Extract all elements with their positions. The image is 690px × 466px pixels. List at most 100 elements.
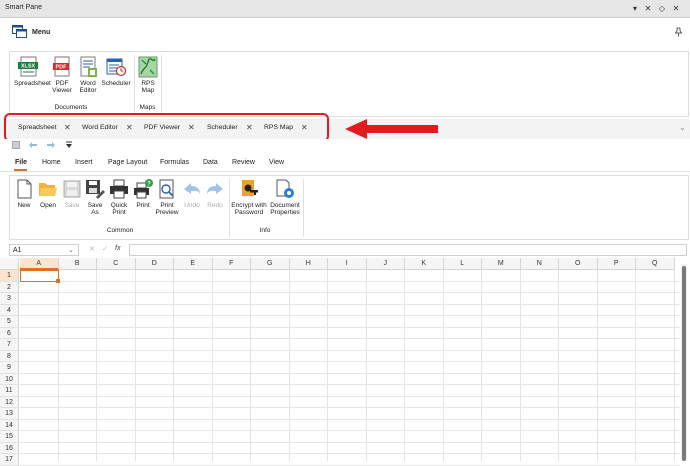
encrypt-with-password-button[interactable]: Encrypt with Password (231, 179, 267, 216)
save-as-icon (85, 179, 105, 199)
column-header[interactable]: G (251, 258, 290, 270)
gridline (20, 384, 680, 385)
print-button[interactable]: ? Print (132, 179, 154, 209)
file-ribbon: New Open Save Save As Quick Print ? Prin… (9, 175, 689, 240)
function-icon[interactable]: fx (115, 245, 120, 252)
enter-icon[interactable]: ✓ (102, 245, 108, 253)
scrollbar-thumb[interactable] (682, 266, 686, 461)
row-header[interactable]: 6 (0, 327, 19, 339)
spreadsheet-button[interactable]: XLSX Spreadsheet (14, 56, 51, 87)
column-header[interactable]: M (482, 258, 521, 270)
tabs-overflow-icon[interactable]: ⌄ (679, 123, 686, 132)
svg-text:PDF: PDF (56, 65, 68, 71)
quick-print-icon (109, 179, 129, 199)
row-header[interactable]: 8 (0, 350, 19, 362)
menu-icon[interactable] (12, 25, 27, 38)
column-header[interactable]: A (20, 258, 59, 270)
tab-insert[interactable]: Insert (75, 159, 93, 166)
fill-handle[interactable] (56, 279, 60, 283)
tab-data[interactable]: Data (203, 159, 218, 166)
row-header[interactable]: 10 (0, 373, 19, 385)
redo-button[interactable]: Redo (204, 179, 226, 209)
close-pane-icon[interactable]: ✕ (642, 3, 654, 15)
tab-review[interactable]: Review (232, 159, 255, 166)
scheduler-calendar-icon (106, 56, 127, 78)
row-header[interactable]: 14 (0, 419, 19, 431)
document-properties-button[interactable]: Document Properties (268, 179, 302, 216)
dropdown-icon[interactable]: ▾ (629, 3, 641, 15)
qat-redo-icon[interactable] (46, 140, 56, 149)
tab-page-layout[interactable]: Page Layout (108, 159, 147, 166)
quick-access-toolbar (0, 139, 690, 153)
column-header[interactable]: E (174, 258, 213, 270)
row-header[interactable]: 5 (0, 316, 19, 328)
select-all-corner[interactable] (0, 258, 19, 270)
menu-label[interactable]: Menu (32, 29, 50, 36)
pdf-viewer-button[interactable]: PDF PDF Viewer (52, 56, 72, 94)
row-header[interactable]: 13 (0, 408, 19, 420)
selected-cell[interactable] (20, 270, 59, 282)
column-header[interactable]: H (289, 258, 328, 270)
gridline (20, 292, 680, 293)
row-header[interactable]: 12 (0, 396, 19, 408)
gridline (20, 464, 680, 466)
annotation-arrow (345, 119, 440, 139)
quick-print-button[interactable]: Quick Print (107, 179, 131, 216)
row-header[interactable]: 16 (0, 442, 19, 454)
qat-save-icon[interactable] (12, 141, 20, 149)
redo-label: Redo (207, 202, 223, 209)
cancel-icon[interactable]: ✕ (89, 245, 95, 253)
column-header[interactable]: D (135, 258, 174, 270)
word-editor-button[interactable]: Word Editor (78, 56, 98, 94)
column-header[interactable]: I (328, 258, 367, 270)
new-label: New (17, 202, 31, 209)
row-header[interactable]: 11 (0, 385, 19, 397)
column-header[interactable]: P (597, 258, 636, 270)
row-header[interactable]: 17 (0, 454, 19, 466)
qat-customize-icon[interactable] (65, 140, 73, 149)
row-header[interactable]: 1 (0, 270, 19, 282)
tab-formulas[interactable]: Formulas (160, 159, 189, 166)
column-header[interactable]: C (97, 258, 136, 270)
pin-ribbon-icon[interactable] (674, 27, 683, 37)
tab-home[interactable]: Home (42, 159, 61, 166)
spreadsheet-grid[interactable]: ABCDEFGHIJKLMNOPQ 1 2 3 4 5 6 7 8 9 10 11 12 13 14 15 1… (0, 258, 690, 466)
name-box[interactable]: A1 ⌄ (9, 244, 79, 256)
open-button[interactable]: Open (38, 179, 58, 209)
gridline (20, 441, 680, 443)
column-header[interactable]: L (443, 258, 482, 270)
chevron-down-icon[interactable]: ⌄ (68, 246, 74, 254)
column-header[interactable]: N (520, 258, 559, 270)
save-icon (62, 179, 82, 199)
row-header[interactable]: 4 (0, 304, 19, 316)
vertical-scrollbar[interactable] (681, 264, 687, 461)
rps-map-button[interactable]: RPS Map (138, 56, 158, 94)
new-document-icon (14, 179, 34, 199)
column-header[interactable]: K (405, 258, 444, 270)
new-button[interactable]: New (14, 179, 34, 209)
column-header[interactable]: F (212, 258, 251, 270)
column-header[interactable]: J (366, 258, 405, 270)
column-header[interactable]: B (58, 258, 97, 270)
formula-input[interactable] (129, 244, 687, 256)
row-header[interactable]: 7 (0, 339, 19, 351)
row-header[interactable]: 9 (0, 362, 19, 374)
scheduler-button[interactable]: Scheduler (101, 56, 131, 87)
pin-icon[interactable]: ◇ (656, 3, 668, 15)
save-as-button[interactable]: Save As (85, 179, 105, 216)
undo-button[interactable]: Undo (181, 179, 203, 209)
qat-undo-icon[interactable] (28, 140, 38, 149)
undo-label: Undo (184, 202, 200, 209)
row-header[interactable]: 15 (0, 431, 19, 443)
column-header[interactable]: O (559, 258, 598, 270)
tab-file[interactable]: File (15, 159, 27, 166)
close-window-icon[interactable]: ✕ (670, 3, 682, 15)
column-header[interactable]: Q (636, 258, 675, 270)
print-preview-button[interactable]: Print Preview (154, 179, 180, 216)
gridline (173, 270, 174, 461)
tab-view[interactable]: View (269, 159, 284, 166)
row-header[interactable]: 2 (0, 281, 19, 293)
save-button[interactable]: Save (62, 179, 82, 209)
gridline (442, 270, 444, 461)
row-header[interactable]: 3 (0, 293, 19, 305)
